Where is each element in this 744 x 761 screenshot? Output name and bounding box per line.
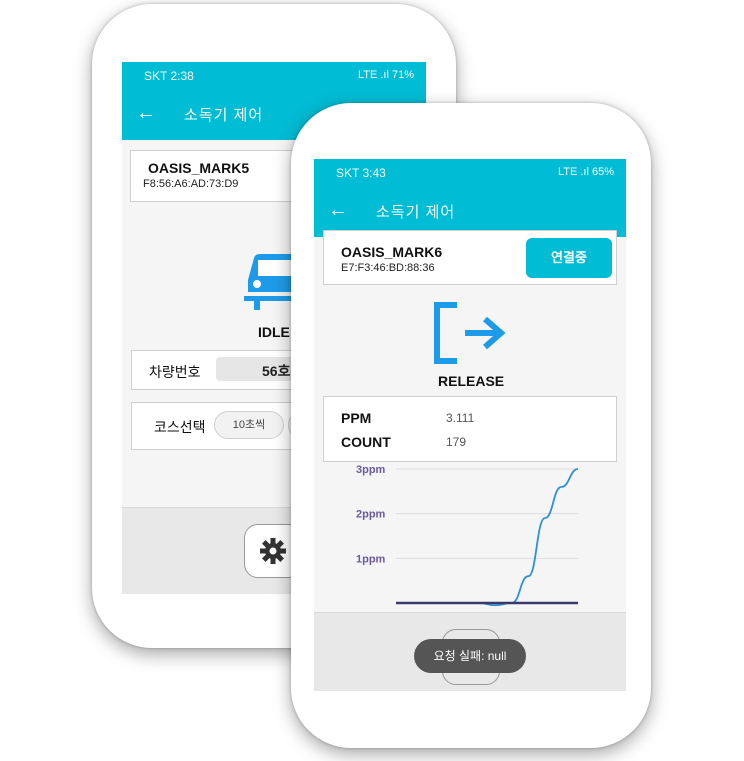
ppm-value: 3.111 [446,411,475,425]
connect-button[interactable]: 연결중 [526,238,612,278]
count-value: 179 [446,435,467,449]
state-label: IDLE [258,324,290,340]
chart-ytick-label: 2ppm [356,509,386,521]
status-bar: SKT 2:38 LTE .ıl 71% [122,62,426,90]
vehicle-number-value: 56호 [262,363,291,379]
release-icon [434,302,506,364]
front-screen: SKT 3:43 LTE .ıl 65% ← 소독기 제어 OASIS_MARK… [314,159,626,691]
status-battery: LTE .ıl 65% [557,166,614,178]
status-carrier-time: SKT 2:38 [144,69,194,83]
device-mac: F8:56:A6:AD:73:D9 [143,178,239,190]
device-mac: E7:F3:46:BD:88:36 [341,262,435,274]
vehicle-label: 차량번호 [149,364,201,380]
chart-ytick-label: 3ppm [356,464,386,476]
back-arrow-icon[interactable]: ← [136,102,156,125]
chart-series-line-1 [396,468,579,607]
back-arrow-icon[interactable]: ← [328,199,348,222]
state-label: RELEASE [438,373,505,389]
course-label: 코스선택 [154,419,206,435]
metrics-card: PPM 3.111 COUNT 179 [323,396,617,462]
status-battery: LTE .ıl 71% [357,69,414,81]
ppm-label: PPM [341,410,372,426]
count-label: COUNT [341,434,391,450]
status-bar: SKT 3:43 LTE .ıl 65% [314,159,626,187]
device-name: OASIS_MARK6 [341,244,443,260]
gear-icon [260,538,286,564]
course-option-10s[interactable]: 10초씩 [214,411,284,439]
ppm-chart: 1ppm 2ppm 3ppm [356,464,579,607]
device-name: OASIS_MARK5 [148,160,250,176]
chart-ytick-label: 1ppm [356,553,386,565]
page-title: 소독기 제어 [376,204,456,221]
device-card: OASIS_MARK6 E7:F3:46:BD:88:36 연결중 [323,230,617,285]
front-phone: SKT 3:43 LTE .ıl 65% ← 소독기 제어 OASIS_MARK… [291,103,651,748]
page-title: 소독기 제어 [184,107,264,124]
status-carrier-time: SKT 3:43 [336,166,386,180]
toast-message: 요청 실패: null [414,639,526,673]
